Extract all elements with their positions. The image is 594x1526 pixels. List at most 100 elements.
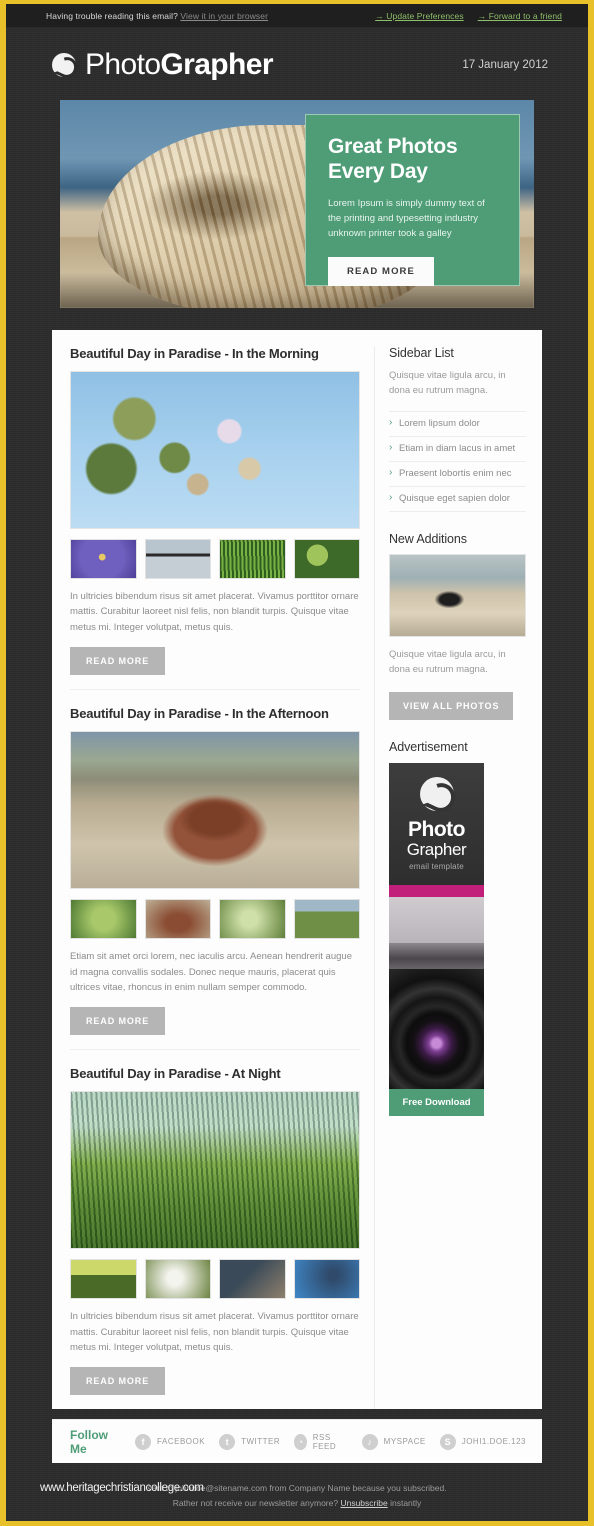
new-additions-block: New Additions Quisque vitae ligula arcu,… [389, 532, 526, 720]
new-additions-heading: New Additions [389, 531, 467, 546]
list-item: Etiam in diam lacus in amet [389, 437, 526, 462]
email-footer: www.heritagechristiancollege.com sent to… [6, 1475, 588, 1511]
thumbnail-branch[interactable] [219, 1259, 286, 1300]
forward-to-friend-link[interactable]: → Forward to a friend [478, 11, 562, 21]
ad-lens-barrel [389, 942, 484, 969]
read-more-button[interactable]: READ MORE [70, 1007, 166, 1036]
ad-line-3: email template [409, 862, 464, 872]
update-preferences-link[interactable]: → Update Preferences [375, 11, 463, 21]
social-link-rss[interactable]: ◔ RSS FEED [294, 1433, 348, 1451]
brand-logo[interactable]: PhotoGrapher [52, 48, 274, 81]
sidebar-item-etiam[interactable]: Etiam in diam lacus in amet [389, 437, 526, 461]
article-image-grass[interactable] [70, 1091, 360, 1250]
thumbnail-leaves[interactable] [293, 539, 360, 579]
social-label: TWITTER [241, 1437, 281, 1447]
hero-title: Great Photos Every Day [328, 135, 499, 185]
thumbnail-sky[interactable] [293, 1259, 360, 1300]
social-label: MYSPACE [383, 1437, 426, 1447]
thumbnail-strip [70, 539, 360, 579]
sidebar-link-list: Lorem lipsum dolor Etiam in diam lacus i… [389, 410, 526, 512]
hero-banner: Great Photos Every Day Lorem Ipsum is si… [60, 100, 534, 308]
twitter-icon: t [219, 1433, 236, 1450]
article-title: Beautiful Day in Paradise - At Night [70, 1066, 281, 1082]
sidebar-list-heading: Sidebar List [389, 346, 454, 360]
thumbnail-plant[interactable] [219, 899, 286, 940]
thumbnail-violet-flower[interactable] [70, 539, 137, 579]
rss-icon: ◔ [294, 1433, 307, 1450]
footer-unsubscribe-post: instantly [390, 1498, 422, 1509]
ad-magenta-stripe [389, 884, 484, 897]
advertisement-block: Advertisement Photo Grapher email templa… [389, 740, 526, 1116]
article-image-crab[interactable] [70, 731, 360, 890]
ad-camera-lens-image [389, 968, 484, 1089]
site-watermark: www.heritagechristiancollege.com [40, 1482, 204, 1495]
hero-description: Lorem Ipsum is simply dummy text of the … [328, 197, 485, 240]
facebook-icon: f [135, 1433, 152, 1450]
ad-line-1: Photo [408, 817, 465, 841]
thumbnail-dandelion[interactable] [144, 1259, 211, 1300]
main-column: Beautiful Day in Paradise - In the Morni… [52, 346, 374, 1409]
social-link-facebook[interactable]: f FACEBOOK [135, 1433, 205, 1450]
list-item: Praesent lobortis enim nec [389, 462, 526, 487]
follow-bar: Follow Me f FACEBOOK t TWITTER ◔ RSS FEE… [52, 1419, 542, 1464]
article-body: Etiam sit amet orci lorem, nec iaculis a… [70, 951, 352, 993]
hero-read-more-button[interactable]: READ MORE [328, 256, 434, 286]
new-additions-description: Quisque vitae ligula arcu, in dona eu ru… [389, 648, 506, 676]
article-title: Beautiful Day in Paradise - In the After… [70, 706, 329, 722]
thumbnail-seascape[interactable] [144, 539, 211, 579]
content-card: Beautiful Day in Paradise - In the Morni… [52, 330, 542, 1410]
ad-swirl-logo-icon [419, 776, 454, 811]
thumbnail-crab[interactable] [144, 899, 211, 940]
issue-date: 17 January 2012 [462, 59, 548, 71]
read-more-button[interactable]: READ MORE [70, 647, 166, 676]
article-morning: Beautiful Day in Paradise - In the Morni… [70, 346, 360, 689]
myspace-icon: ♪ [361, 1433, 378, 1450]
advertisement-banner[interactable]: Photo Grapher email template Free Downlo… [389, 762, 484, 1116]
article-body: In ultricies bibendum risus sit amet pla… [70, 591, 359, 633]
unsubscribe-link[interactable]: Unsubscribe [340, 1498, 387, 1508]
list-item: Quisque eget sapien dolor [389, 487, 526, 512]
sidebar-item-lorem[interactable]: Lorem lipsum dolor [389, 412, 526, 436]
footer-unsubscribe-pre: Rather not receive our newsletter anymor… [172, 1498, 339, 1509]
preheader-left: Having trouble reading this email? View … [46, 11, 268, 21]
sidebar-list-description: Quisque vitae ligula arcu, in dona eu ru… [389, 370, 506, 397]
email-header: PhotoGrapher 17 January 2012 [6, 28, 588, 92]
article-afternoon: Beautiful Day in Paradise - In the After… [70, 689, 360, 1049]
article-image-flowers[interactable] [70, 371, 360, 529]
social-label: RSS FEED [312, 1432, 337, 1451]
article-title: Beautiful Day in Paradise - In the Morni… [70, 346, 319, 361]
thumbnail-strip [70, 899, 360, 940]
sidebar-item-praesent[interactable]: Praesent lobortis enim nec [389, 462, 526, 486]
social-link-twitter[interactable]: t TWITTER [219, 1433, 281, 1450]
preheader-bar: Having trouble reading this email? View … [6, 4, 588, 28]
sidebar-item-quisque[interactable]: Quisque eget sapien dolor [389, 487, 526, 511]
ad-line-2: Grapher [406, 839, 467, 859]
thumbnail-strip [70, 1259, 360, 1300]
hero-title-line1: Great Photos [328, 135, 458, 158]
social-label: JOHI1.DOE.123 [461, 1437, 526, 1447]
ad-grey-panel [389, 896, 484, 943]
view-in-browser-link[interactable]: View it in your browser [180, 11, 268, 21]
sidebar-column: Sidebar List Quisque vitae ligula arcu, … [374, 346, 542, 1410]
thumbnail-grass[interactable] [219, 539, 286, 579]
thumbnail-field[interactable] [293, 899, 360, 940]
free-download-button[interactable]: Free Download [389, 1088, 484, 1116]
article-body: In ultricies bibendum risus sit amet pla… [70, 1311, 359, 1353]
ad-top-panel: Photo Grapher email template [389, 762, 484, 885]
hero-title-line2: Every Day [328, 159, 428, 183]
list-item: Lorem lipsum dolor [389, 410, 526, 437]
social-link-myspace[interactable]: ♪ MYSPACE [361, 1433, 426, 1450]
skype-icon: S [439, 1433, 456, 1450]
thumbnail-leaf[interactable] [70, 899, 137, 940]
follow-me-label: Follow Me [70, 1427, 108, 1456]
email-page-frame: Having trouble reading this email? View … [0, 0, 594, 1526]
logo-text: PhotoGrapher [85, 48, 274, 81]
advertisement-heading: Advertisement [389, 739, 468, 754]
hero-callout-box: Great Photos Every Day Lorem Ipsum is si… [305, 114, 520, 286]
social-link-skype[interactable]: S JOHI1.DOE.123 [439, 1433, 526, 1450]
thumbnail-hill[interactable] [70, 1259, 137, 1300]
view-all-photos-button[interactable]: VIEW ALL PHOTOS [389, 691, 514, 720]
new-additions-image-bird[interactable] [389, 553, 526, 637]
preheader-right: → Update Preferences → Forward to a frie… [375, 11, 562, 21]
read-more-button[interactable]: READ MORE [70, 1367, 166, 1396]
